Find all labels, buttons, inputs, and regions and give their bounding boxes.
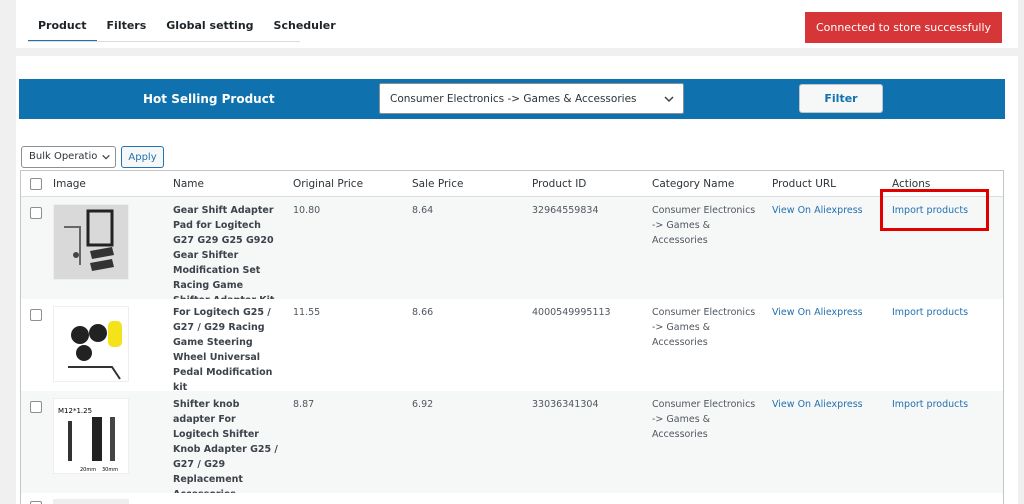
header-original-price[interactable]: Original Price <box>293 178 363 190</box>
product-name: Shifter knob adapter For Logitech Shifte… <box>173 399 278 500</box>
pedal-kit-image <box>68 321 122 380</box>
table-row <box>21 493 1003 504</box>
thumb-caption: M12*1.25 <box>58 407 92 415</box>
product-id: 33036341304 <box>532 399 599 410</box>
product-id: 32964559834 <box>532 205 599 216</box>
table-row: M12*1.25 20mm 30mm Shifter knob adapter … <box>21 391 1003 500</box>
original-price: 10.80 <box>293 205 321 216</box>
category-name: Consumer Electronics -> Games & Accessor… <box>652 307 756 348</box>
import-products-link[interactable]: Import products <box>892 397 968 412</box>
product-thumbnail: M12*1.25 20mm 30mm <box>53 398 129 474</box>
category-selected-value: Consumer Electronics -> Games & Accessor… <box>390 93 637 105</box>
main-panel: Hot Selling Product Consumer Electronics… <box>16 56 1018 504</box>
view-on-aliexpress-link[interactable]: View On Aliexpress <box>772 305 863 320</box>
product-id: 4000549995113 <box>532 307 611 318</box>
view-on-aliexpress-link[interactable]: View On Aliexpress <box>772 203 863 218</box>
status-badge: Connected to store successfully <box>805 12 1002 43</box>
table-row: Gear Shift Adapter Pad for Logitech G27 … <box>21 197 1003 306</box>
sale-price: 6.92 <box>412 399 434 410</box>
view-on-aliexpress-link[interactable]: View On Aliexpress <box>772 397 863 412</box>
category-name: Consumer Electronics -> Games & Accessor… <box>652 205 756 246</box>
product-thumbnail <box>53 204 129 280</box>
row-checkbox[interactable] <box>30 207 42 219</box>
import-products-link[interactable]: Import products <box>892 305 968 320</box>
products-table: Image Name Original Price Sale Price Pro… <box>20 170 1004 504</box>
gear-shift-adapter-image <box>64 209 114 271</box>
product-thumbnail <box>53 499 129 504</box>
highlight-box <box>880 189 989 231</box>
hot-selling-title: Hot Selling Product <box>143 92 275 106</box>
product-name: Gear Shift Adapter Pad for Logitech G27 … <box>173 205 274 306</box>
header-name[interactable]: Name <box>173 178 204 190</box>
chevron-down-icon <box>102 154 110 160</box>
row-checkbox[interactable] <box>30 401 42 413</box>
bulk-operation-select[interactable]: Bulk Operatio <box>21 146 116 168</box>
header-product-url: Product URL <box>772 178 837 190</box>
bulk-operation-value: Bulk Operatio <box>29 151 97 162</box>
original-price: 8.87 <box>293 399 315 410</box>
product-name: For Logitech G25 / G27 / G29 Racing Game… <box>173 307 273 393</box>
hot-selling-bar: Hot Selling Product Consumer Electronics… <box>19 79 1005 119</box>
header-sale-price[interactable]: Sale Price <box>412 178 463 190</box>
select-all-checkbox[interactable] <box>30 178 42 190</box>
original-price: 11.55 <box>293 307 321 318</box>
row-checkbox[interactable] <box>30 309 42 321</box>
table-row: For Logitech G25 / G27 / G29 Racing Game… <box>21 299 1003 393</box>
thumb-size-20: 20mm <box>80 467 96 473</box>
top-bar: Product Filters Global setting Scheduler… <box>16 0 1018 48</box>
tabs-divider <box>28 41 300 42</box>
product-thumbnail <box>53 306 129 382</box>
header-product-id: Product ID <box>532 178 587 190</box>
tab-global-setting[interactable]: Global setting <box>156 12 263 42</box>
table-header: Image Name Original Price Sale Price Pro… <box>21 171 1003 197</box>
tab-scheduler[interactable]: Scheduler <box>264 12 346 42</box>
apply-button[interactable]: Apply <box>121 146 164 168</box>
sale-price: 8.64 <box>412 205 434 216</box>
filter-button[interactable]: Filter <box>799 84 883 113</box>
sale-price: 8.66 <box>412 307 434 318</box>
tab-list: Product Filters Global setting Scheduler <box>28 12 346 42</box>
header-image: Image <box>53 178 86 190</box>
category-name: Consumer Electronics -> Games & Accessor… <box>652 399 756 440</box>
shifter-knob-adapter-image: M12*1.25 20mm 30mm <box>58 407 118 473</box>
thumb-size-30: 30mm <box>102 467 118 473</box>
chevron-down-icon <box>664 96 674 103</box>
tab-filters[interactable]: Filters <box>97 12 157 42</box>
tab-product[interactable]: Product <box>28 12 97 42</box>
header-category-name: Category Name <box>652 178 735 190</box>
category-select[interactable]: Consumer Electronics -> Games & Accessor… <box>379 83 684 114</box>
